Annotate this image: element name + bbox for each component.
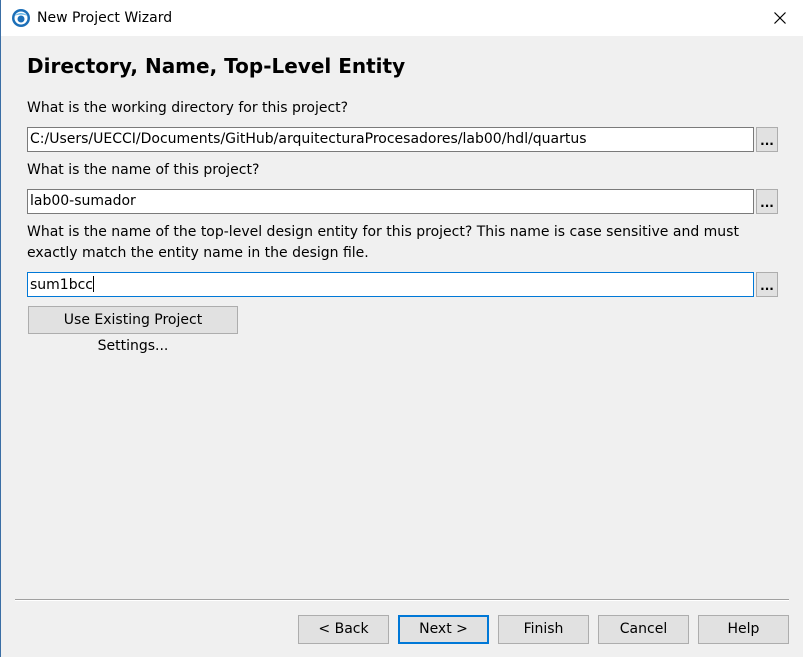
directory-browse-button[interactable]: ... [756,127,778,152]
page-title: Directory, Name, Top-Level Entity [27,54,406,78]
directory-label: What is the working directory for this p… [27,100,349,116]
close-button[interactable] [757,0,803,36]
cancel-button[interactable]: Cancel [598,615,689,644]
top-level-entity-input[interactable]: sum1bcc [27,272,754,297]
quartus-icon [11,8,31,28]
wizard-content: Directory, Name, Top-Level Entity What i… [1,36,803,657]
top-level-entity-browse-button[interactable]: ... [756,272,778,297]
finish-button[interactable]: Finish [498,615,589,644]
help-button[interactable]: Help [698,615,789,644]
title-bar: New Project Wizard [1,0,803,36]
back-button[interactable]: < Back [298,615,389,644]
directory-input[interactable]: C:/Users/UECCI/Documents/GitHub/arquitec… [27,127,754,152]
top-level-entity-label: What is the name of the top-level design… [27,224,739,261]
top-level-entity-value: sum1bcc [30,277,93,293]
window-title: New Project Wizard [37,10,173,26]
footer-divider [15,599,789,601]
close-icon [774,9,786,28]
new-project-wizard-window: New Project Wizard Directory, Name, Top-… [0,0,803,657]
next-button[interactable]: Next > [398,615,489,644]
use-existing-settings-button[interactable]: Use Existing Project Settings... [28,306,238,354]
project-name-label: What is the name of this project? [27,162,260,178]
text-caret [93,276,94,292]
project-name-browse-button[interactable]: ... [756,189,778,214]
project-name-input[interactable]: lab00-sumador [27,189,754,214]
